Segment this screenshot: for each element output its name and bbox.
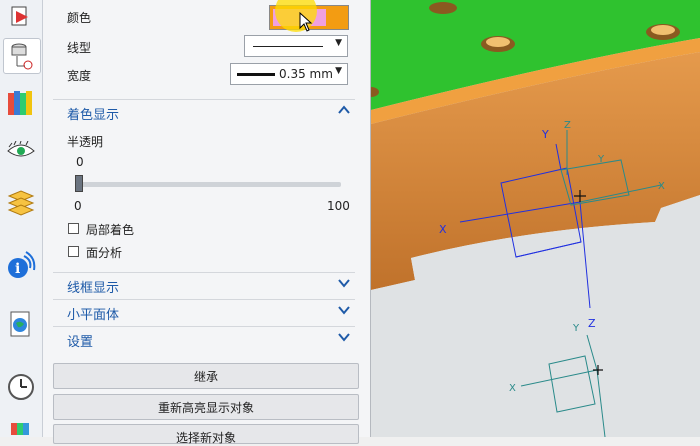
- select-new-object-button[interactable]: 选择新对象: [53, 424, 359, 445]
- slider-thumb[interactable]: [75, 175, 83, 192]
- svg-text:i: i: [15, 261, 20, 277]
- reuse-library-icon[interactable]: [3, 86, 39, 120]
- partial-shading-checkbox[interactable]: [68, 223, 79, 234]
- axis-label-y-small: Y: [597, 154, 605, 165]
- wireframe-section-title: 线框显示: [67, 281, 120, 296]
- partial-shading-label: 局部着色: [86, 223, 135, 237]
- transparency-label: 半透明: [67, 135, 104, 149]
- chevron-up-icon: [338, 105, 350, 114]
- width-dropdown[interactable]: 0.35 mm ▼: [230, 63, 348, 85]
- width-value: 0.35 mm: [279, 67, 333, 81]
- width-line-sample: [237, 73, 275, 76]
- chevron-down-icon: [338, 333, 350, 342]
- axis-label-x-small: X: [658, 181, 665, 192]
- axis-label-z: Z: [588, 317, 596, 330]
- axis-label-z-small: Z: [564, 120, 571, 131]
- axis-label-y: Y: [541, 128, 549, 141]
- linetype-label: 线型: [67, 41, 92, 55]
- layers-icon[interactable]: [3, 186, 39, 220]
- facet-section-header[interactable]: 小平面体: [53, 299, 355, 324]
- mouse-cursor-icon: [299, 12, 313, 32]
- face-analysis-label: 面分析: [86, 246, 123, 260]
- history-clock-icon[interactable]: [3, 370, 39, 404]
- palette-icon[interactable]: [3, 418, 39, 437]
- linetype-dropdown[interactable]: ▼: [244, 35, 348, 57]
- chevron-down-icon: ▼: [335, 66, 342, 76]
- linetype-solid-sample: [253, 46, 323, 47]
- axis-label-x: X: [439, 223, 447, 236]
- chevron-down-icon: ▼: [335, 38, 342, 48]
- transparency-value: 0: [76, 155, 84, 169]
- axis-label-y-lower: Y: [572, 323, 580, 334]
- inherit-button[interactable]: 继承: [53, 363, 359, 389]
- shading-section-title: 着色显示: [67, 108, 120, 123]
- slider-max-label: 100: [327, 199, 350, 213]
- resource-bar: i: [0, 0, 43, 437]
- wireframe-section-header[interactable]: 线框显示: [53, 272, 355, 297]
- face-analysis-checkbox[interactable]: [68, 246, 79, 257]
- part-navigator-icon[interactable]: [3, 38, 41, 74]
- graphics-viewport[interactable]: X Y Z Z X Y X Y: [371, 0, 700, 437]
- transparency-slider[interactable]: [75, 175, 341, 192]
- object-display-panel: 颜色 线型 ▼ 宽度 0.35 mm ▼ 着色显示 半透明 0 0 100 局部…: [43, 0, 371, 445]
- slider-track: [77, 182, 341, 187]
- color-label: 颜色: [67, 11, 92, 25]
- chevron-down-icon: [338, 279, 350, 288]
- shading-section-header[interactable]: 着色显示: [53, 99, 355, 124]
- rehighlight-button[interactable]: 重新高亮显示对象: [53, 394, 359, 420]
- facet-section-title: 小平面体: [67, 308, 120, 323]
- settings-section-title: 设置: [67, 335, 94, 350]
- chevron-down-icon: [338, 306, 350, 315]
- settings-section-header[interactable]: 设置: [53, 326, 355, 351]
- part-model: X Y Z Z X Y X Y: [371, 0, 700, 437]
- assembly-navigator-icon[interactable]: [3, 0, 39, 34]
- eye-icon[interactable]: [3, 134, 39, 168]
- axis-label-x-lower: X: [509, 383, 516, 394]
- width-label: 宽度: [67, 69, 92, 83]
- info-icon[interactable]: i: [3, 248, 39, 282]
- web-browser-icon[interactable]: [3, 308, 39, 342]
- slider-min-label: 0: [74, 199, 82, 213]
